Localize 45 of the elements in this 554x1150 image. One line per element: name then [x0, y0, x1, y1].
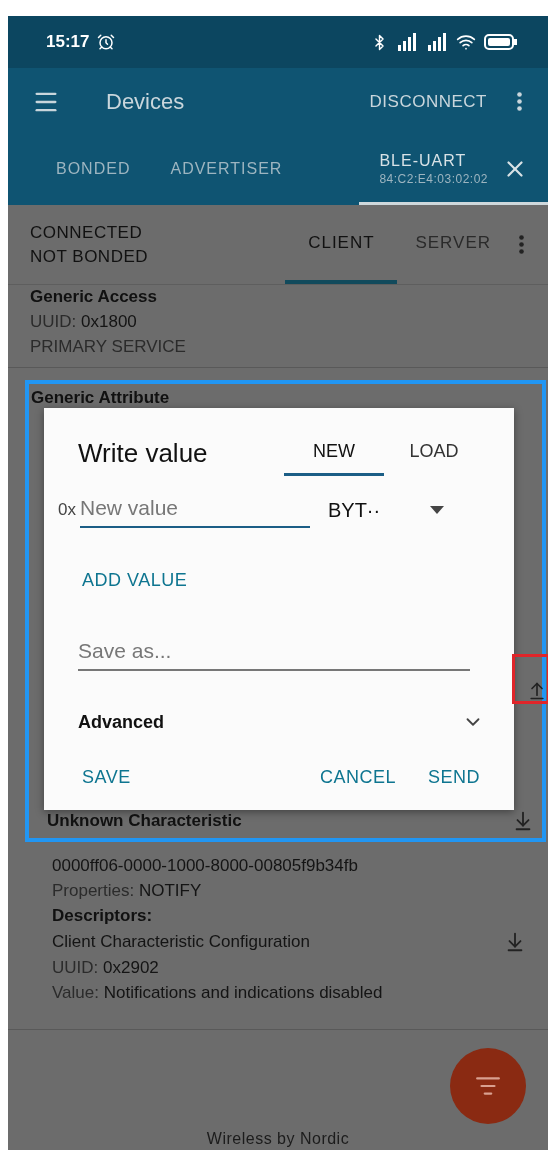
upload-icon[interactable] [527, 681, 547, 701]
dialog-action-button[interactable]: SAVE [78, 763, 135, 792]
device-address: 84:C2:E4:03:02:02 [379, 171, 488, 186]
dialog-tab[interactable]: NEW [284, 430, 384, 476]
role-tab[interactable]: SERVER [397, 205, 509, 284]
battery-icon [484, 34, 518, 50]
tab-label: BLE-UART [379, 151, 468, 170]
service-type: PRIMARY SERVICE [30, 337, 187, 357]
advanced-toggle[interactable]: Advanced [78, 711, 484, 733]
dialog-action-button[interactable]: CANCEL [315, 763, 400, 792]
signal-icon [426, 33, 448, 51]
characteristic-uuid: 0000ff06-0000-1000-8000-00805f9b34fb [52, 856, 359, 876]
characteristic-name: Unknown Characteristic [47, 811, 242, 831]
role-tab[interactable]: CLIENT [285, 205, 398, 284]
more-icon [517, 92, 522, 111]
descriptor-name: Client Characteristic Configuration [52, 932, 310, 952]
status-time: 15:17 [46, 32, 90, 52]
descriptor-value: Value: Notifications and indications disabled [52, 983, 384, 1003]
dialog-title: Write value [78, 438, 209, 469]
signal-icon [396, 33, 418, 51]
dialog-tab[interactable]: LOAD [384, 430, 484, 476]
disconnect-button[interactable]: DISCONNECT [361, 85, 495, 118]
dialog-action-button[interactable]: SEND [424, 763, 484, 792]
device-tab[interactable]: BONDED [36, 135, 151, 205]
wifi-icon [456, 32, 476, 52]
dropdown-caret-icon [430, 506, 445, 514]
service-uuid: UUID: 0x1800 [30, 312, 138, 332]
alarm-icon [97, 33, 116, 51]
connection-status: CONNECTED [30, 222, 144, 243]
hex-prefix: 0x [58, 500, 76, 520]
value-field[interactable]: New value [79, 492, 310, 528]
save-as-field[interactable]: Save as... [78, 635, 470, 671]
device-tab[interactable]: BLE-UART 84:C2:E4:03:02:02 [359, 135, 548, 205]
service-name: Generic Attribute [31, 388, 171, 408]
app-title: Devices [106, 88, 185, 115]
format-select[interactable]: BYT·· [327, 498, 458, 522]
descriptor-uuid: UUID: 0x2902 [52, 958, 160, 978]
more-icon [519, 235, 524, 254]
add-value-button[interactable]: ADD VALUE [78, 566, 192, 595]
footer-text: Wireless by Nordic [206, 1130, 350, 1148]
bond-state: NOT BONDED [30, 246, 150, 267]
characteristic-properties: Properties: NOTIFY [52, 881, 203, 901]
descriptors-heading: Descriptors: [52, 906, 154, 926]
service-name: Generic Access [30, 287, 158, 307]
device-tab[interactable]: ADVERTISER [150, 135, 303, 205]
